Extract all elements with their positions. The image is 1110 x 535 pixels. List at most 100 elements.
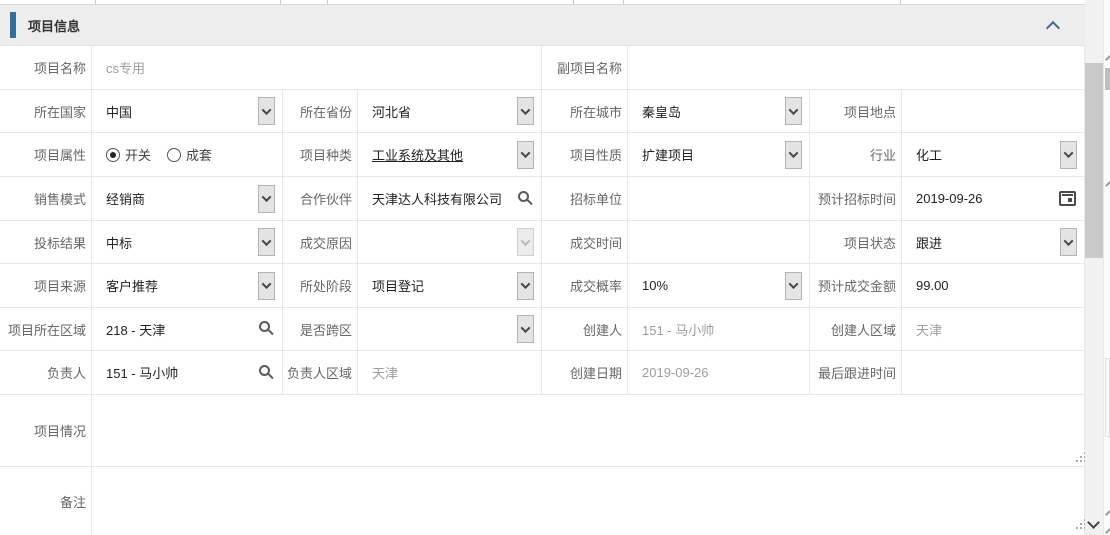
resize-grip-icon: [1105, 181, 1110, 187]
city-dropdown-button[interactable]: [785, 97, 802, 125]
partner-lookup[interactable]: 天津达人科技有限公司: [358, 177, 542, 220]
bid-result-dropdown-button[interactable]: [258, 228, 275, 256]
industry-dropdown-button[interactable]: [1060, 141, 1077, 169]
project-status-select[interactable]: 跟进: [902, 221, 1085, 263]
radio-unselected-icon[interactable]: [167, 148, 181, 162]
deal-probability-dropdown-button[interactable]: [785, 272, 802, 300]
province-select[interactable]: 河北省: [358, 90, 542, 132]
attribute-option-switch[interactable]: 开关: [125, 145, 151, 164]
nature-dropdown-button[interactable]: [785, 141, 802, 169]
resize-grip-icon: [1105, 528, 1110, 534]
last-follow-time-value: [902, 351, 1085, 394]
browser-scrollbar-sliver[interactable]: [1103, 0, 1110, 535]
nature-select[interactable]: 扩建项目: [628, 133, 810, 176]
nature-label: 项目性质: [542, 133, 628, 176]
sub-project-name-input[interactable]: [628, 46, 1085, 89]
location-label: 项目地点: [810, 90, 902, 132]
deal-probability-select[interactable]: 10%: [628, 264, 810, 307]
scrollbar-thumb[interactable]: [1085, 63, 1103, 258]
project-name-input[interactable]: cs专用: [92, 46, 542, 89]
province-dropdown-button[interactable]: [517, 97, 534, 125]
project-status-label: 项目状态: [810, 221, 902, 263]
industry-select[interactable]: 化工: [902, 133, 1085, 176]
bidding-unit-label: 招标单位: [542, 177, 628, 220]
project-region-lookup[interactable]: 218 - 天津: [92, 308, 283, 350]
project-region-label: 项目所在区域: [0, 308, 92, 350]
country-dropdown-button[interactable]: [258, 97, 275, 125]
owner-region-value: 天津: [358, 351, 542, 394]
section-title: 项目信息: [28, 16, 80, 35]
cross-region-label: 是否跨区: [283, 308, 358, 350]
chevron-down-icon: [262, 279, 272, 289]
industry-label: 行业: [810, 133, 902, 176]
chevron-down-icon: [521, 323, 531, 333]
bid-result-select[interactable]: 中标: [92, 221, 283, 263]
project-situation-textarea[interactable]: [92, 395, 1085, 466]
create-date-label: 创建日期: [542, 351, 628, 394]
resize-grip-icon[interactable]: [1076, 519, 1078, 521]
stage-select[interactable]: 项目登记: [358, 264, 542, 307]
search-icon[interactable]: [518, 191, 529, 202]
location-input[interactable]: [902, 90, 1085, 132]
expected-bid-time-picker[interactable]: 2019-09-26: [902, 177, 1085, 220]
sales-mode-dropdown-button[interactable]: [258, 185, 275, 213]
search-icon[interactable]: [259, 321, 270, 332]
project-name-label: 项目名称: [0, 46, 92, 89]
sales-mode-label: 销售模式: [0, 177, 92, 220]
form-row-2: 所在国家 中国 所在省份 河北省 所在城市 秦皇岛 项目地点: [0, 90, 1086, 133]
form-row-1: 项目名称 cs专用 副项目名称: [0, 46, 1086, 90]
stage-dropdown-button[interactable]: [517, 272, 534, 300]
project-status-dropdown-button[interactable]: [1060, 228, 1077, 256]
remark-textarea[interactable]: [92, 467, 1085, 535]
attribute-option-set[interactable]: 成套: [186, 145, 212, 164]
bidding-unit-input[interactable]: [628, 177, 810, 220]
category-dropdown-button[interactable]: [517, 141, 534, 169]
sales-mode-select[interactable]: 经销商: [92, 177, 283, 220]
stage-label: 所处阶段: [283, 264, 358, 307]
category-select[interactable]: 工业系统及其他: [358, 133, 542, 176]
project-info-panel: 项目信息 项目名称 cs专用 副项目名称 所在国家 中国 所在省份 河北省 所在…: [0, 0, 1110, 535]
attribute-label: 项目属性: [0, 133, 92, 176]
form-row-5: 投标结果 中标 成交原因 成交时间 项目状态 跟进: [0, 221, 1086, 264]
scroll-down-arrow-icon[interactable]: [1087, 516, 1100, 529]
city-select[interactable]: 秦皇岛: [628, 90, 810, 132]
chevron-down-icon: [1064, 148, 1074, 158]
chevron-down-icon: [789, 148, 799, 158]
resize-grip-icon: [1105, 510, 1110, 516]
search-icon[interactable]: [259, 365, 270, 376]
project-source-select[interactable]: 客户推荐: [92, 264, 283, 307]
form-row-6: 项目来源 客户推荐 所处阶段 项目登记 成交概率 10% 预计成交金额 99.0…: [0, 264, 1086, 308]
chevron-down-icon: [521, 236, 531, 246]
cross-region-select[interactable]: [358, 308, 542, 350]
collapse-section-button[interactable]: [1043, 19, 1063, 35]
resize-grip-icon[interactable]: [1076, 452, 1078, 454]
chevron-down-icon: [789, 105, 799, 115]
owner-lookup[interactable]: 151 - 马小帅: [92, 351, 283, 394]
outer-scrollbar-thumb[interactable]: [1105, 68, 1110, 90]
country-select[interactable]: 中国: [92, 90, 283, 132]
deal-time-input[interactable]: [628, 221, 810, 263]
form-row-8: 负责人 151 - 马小帅 负责人区域 天津 创建日期 2019-09-26 最…: [0, 351, 1086, 395]
chevron-down-icon: [262, 192, 272, 202]
owner-label: 负责人: [0, 351, 92, 394]
deal-reason-label: 成交原因: [283, 221, 358, 263]
deal-reason-dropdown-button: [517, 228, 534, 256]
chevron-down-icon: [521, 279, 531, 289]
form-row-9: 项目情况: [0, 395, 1086, 467]
form-row-7: 项目所在区域 218 - 天津 是否跨区 创建人 151 - 马小帅 创建人区域…: [0, 308, 1086, 351]
radio-selected-icon[interactable]: [106, 148, 120, 162]
panel-scrollbar[interactable]: [1085, 0, 1103, 535]
expected-amount-label: 预计成交金额: [810, 264, 902, 307]
owner-region-label: 负责人区域: [283, 351, 358, 394]
project-source-dropdown-button[interactable]: [258, 272, 275, 300]
cross-region-dropdown-button[interactable]: [517, 315, 534, 343]
chevron-down-icon: [521, 148, 531, 158]
expected-amount-input[interactable]: 99.00: [902, 264, 1085, 307]
calendar-icon[interactable]: [1059, 191, 1076, 206]
chevron-up-icon: [1046, 21, 1060, 35]
creator-label: 创建人: [542, 308, 628, 350]
country-label: 所在国家: [0, 90, 92, 132]
chevron-down-icon: [262, 105, 272, 115]
create-date-value: 2019-09-26: [628, 351, 810, 394]
form-row-4: 销售模式 经销商 合作伙伴 天津达人科技有限公司 招标单位 预计招标时间 201…: [0, 177, 1086, 221]
